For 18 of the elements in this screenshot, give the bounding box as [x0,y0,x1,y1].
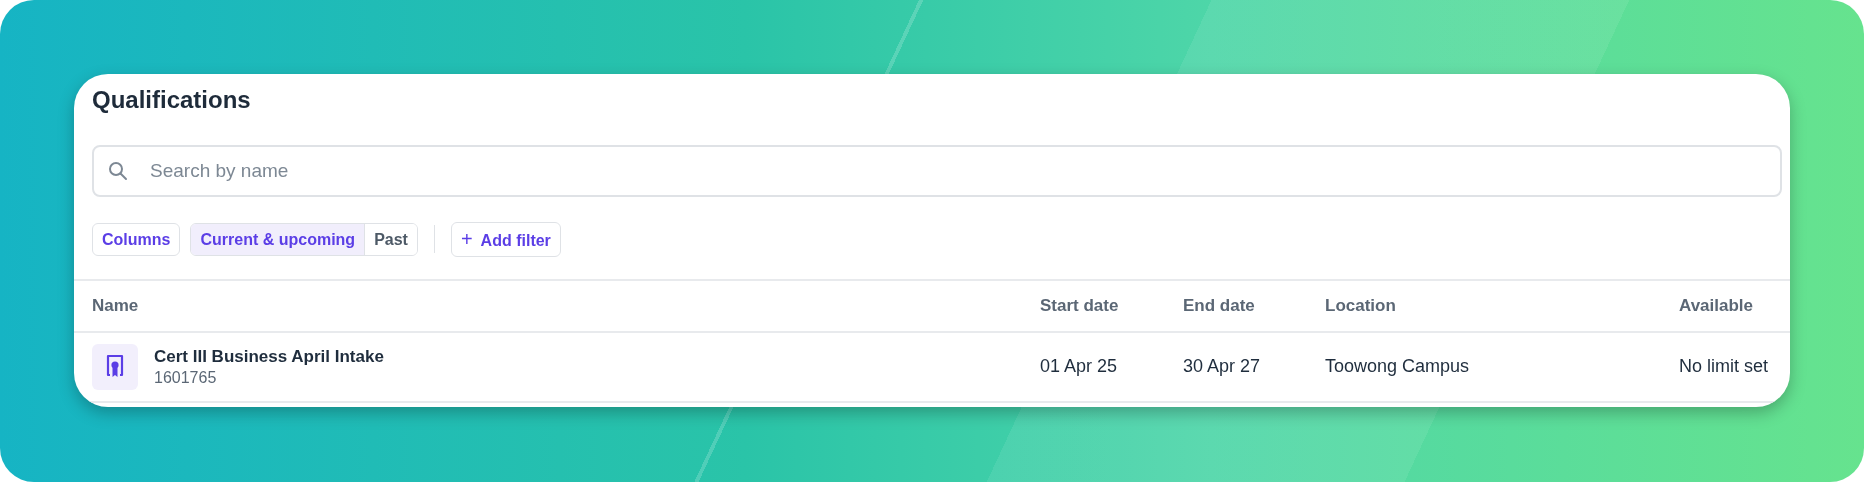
start-date-cell-text: 01 Apr 25 [1040,355,1119,379]
search-field[interactable]: Search by name [92,144,1782,197]
period-toggle[interactable]: Current & upcoming [191,223,365,255]
location-cell-text: Toowong Campus [1325,355,1471,379]
columns-button[interactable]: Columns [92,222,181,256]
column-header: Name [92,295,140,318]
availability-cell-text: No limit set [1679,355,1769,379]
qualification-code: 1601765 [154,367,218,388]
column-header: Location [1325,295,1397,318]
end-date-cell-text: 30 Apr 27 [1183,355,1262,379]
column-header: End date [1183,295,1256,318]
qualification-name[interactable]: Cert III Business April Intake [154,345,384,368]
certificate-icon [92,344,138,390]
add-filter-button[interactable]: + Add filter [450,221,561,257]
column-header: Start date [1040,295,1120,318]
column-header: Available [1679,295,1755,318]
page-title: Qualifications [92,86,252,115]
period-toggle[interactable]: Past [364,223,417,255]
